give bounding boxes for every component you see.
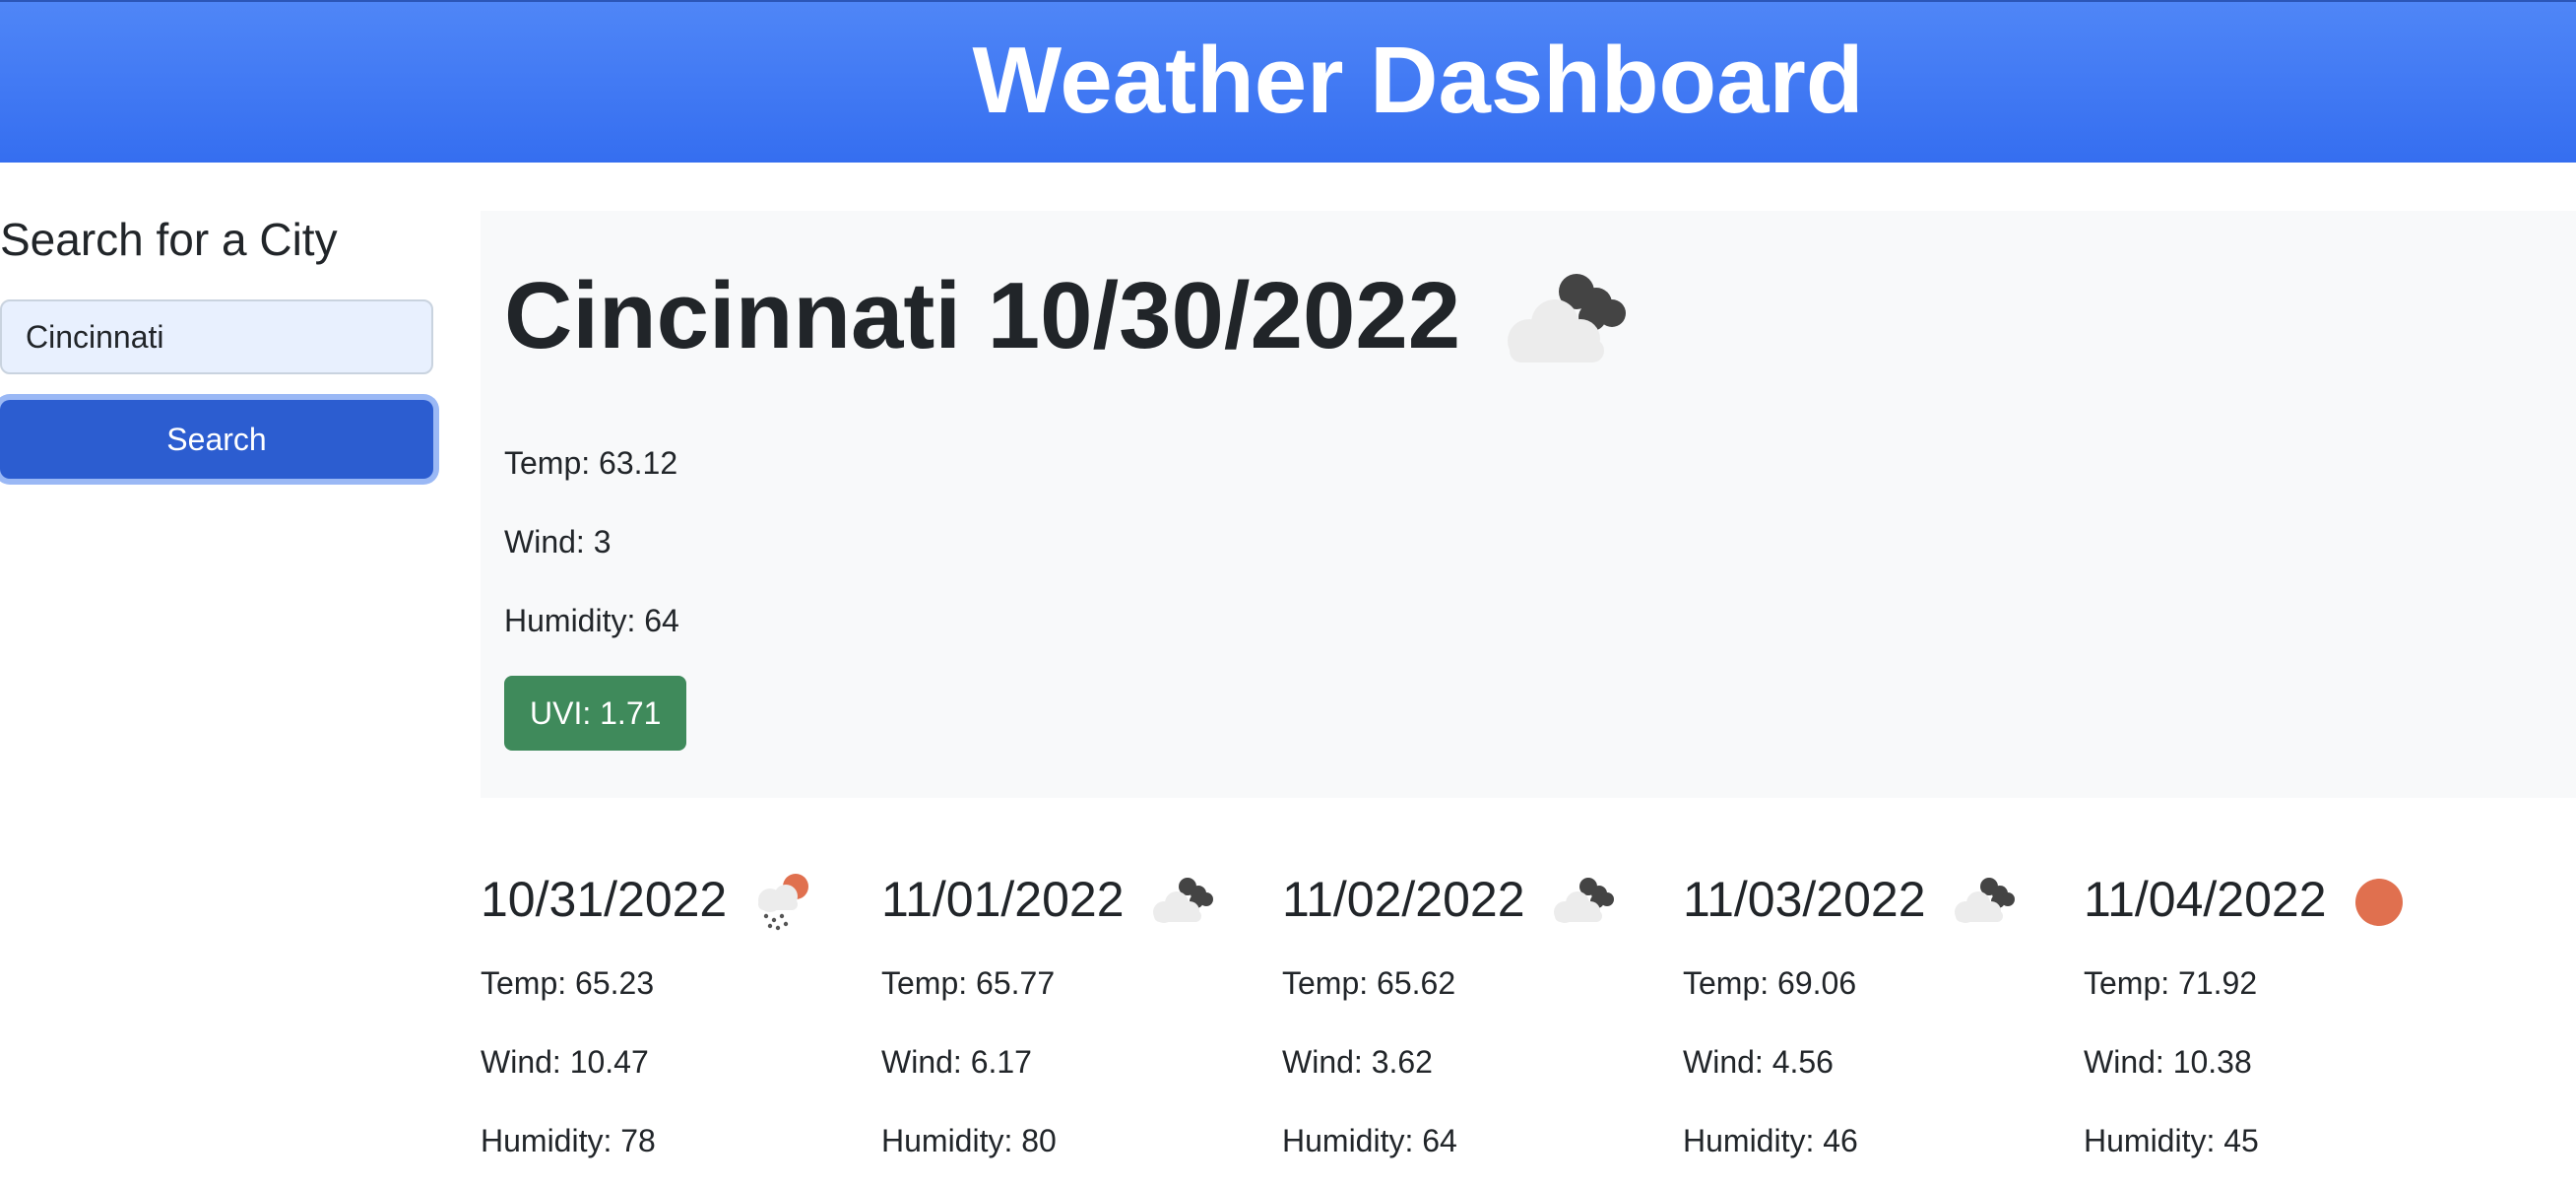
forecast-head: 10/31/2022 bbox=[481, 865, 823, 934]
current-temp: Temp: 63.12 bbox=[504, 445, 678, 481]
clear-sun-icon bbox=[2354, 879, 2403, 926]
current-weather-panel: Cincinnati 10/30/2022 Temp: 63.12 Wind: … bbox=[481, 211, 2576, 798]
forecast-humidity: Humidity: 45 bbox=[2084, 1123, 2259, 1158]
search-sidebar: Search for a City Search bbox=[0, 197, 443, 479]
forecast-humidity: Humidity: 46 bbox=[1683, 1123, 1858, 1158]
forecast-temp: Temp: 65.62 bbox=[1282, 965, 1456, 1001]
current-city-date: Cincinnati 10/30/2022 bbox=[504, 263, 1461, 368]
forecast-wind: Wind: 10.47 bbox=[481, 1044, 649, 1080]
forecast-card: 11/04/2022 Temp: 71.92 Wind: 10.38 Humid… bbox=[2084, 847, 2478, 1186]
broken-clouds-icon bbox=[1553, 878, 1614, 923]
forecast-date: 11/01/2022 bbox=[881, 872, 1125, 927]
broken-clouds-icon bbox=[1152, 878, 1213, 923]
forecast-wind: Wind: 4.56 bbox=[1683, 1044, 1834, 1080]
forecast-temp: Temp: 69.06 bbox=[1683, 965, 1857, 1001]
sun-snow-icon bbox=[758, 874, 809, 931]
broken-clouds-icon bbox=[1508, 274, 1627, 362]
current-wind: Wind: 3 bbox=[504, 524, 612, 560]
forecast-head: 11/03/2022 bbox=[1683, 865, 2023, 934]
search-heading: Search for a City bbox=[0, 214, 338, 265]
search-button[interactable]: Search bbox=[0, 400, 433, 479]
forecast-date: 10/31/2022 bbox=[481, 872, 728, 927]
uvi-badge: UVI: 1.71 bbox=[504, 676, 687, 751]
forecast-head: 11/04/2022 bbox=[2084, 865, 2423, 934]
forecast-card: 11/03/2022 Temp: 69.06 Wind: 4.56 Humidi… bbox=[1683, 847, 2077, 1186]
city-search-input[interactable] bbox=[0, 299, 433, 374]
forecast-humidity: Humidity: 80 bbox=[881, 1123, 1057, 1158]
forecast-row: 10/31/2022 Temp: 65.23 Wind: 10.47 Humid… bbox=[481, 847, 2576, 1186]
current-humidity: Humidity: 64 bbox=[504, 603, 679, 638]
forecast-date: 11/02/2022 bbox=[1282, 872, 1525, 927]
app-header: Weather Dashboard bbox=[0, 0, 2576, 163]
forecast-wind: Wind: 6.17 bbox=[881, 1044, 1032, 1080]
forecast-temp: Temp: 71.92 bbox=[2084, 965, 2258, 1001]
forecast-card: 10/31/2022 Temp: 65.23 Wind: 10.47 Humid… bbox=[481, 847, 874, 1186]
forecast-date: 11/04/2022 bbox=[2084, 872, 2327, 927]
forecast-head: 11/01/2022 bbox=[881, 865, 1221, 934]
forecast-head: 11/02/2022 bbox=[1282, 865, 1622, 934]
forecast-humidity: Humidity: 78 bbox=[481, 1123, 656, 1158]
forecast-card: 11/01/2022 Temp: 65.77 Wind: 6.17 Humidi… bbox=[881, 847, 1275, 1186]
forecast-humidity: Humidity: 64 bbox=[1282, 1123, 1457, 1158]
forecast-wind: Wind: 3.62 bbox=[1282, 1044, 1433, 1080]
forecast-temp: Temp: 65.23 bbox=[481, 965, 655, 1001]
forecast-card: 11/02/2022 Temp: 65.62 Wind: 3.62 Humidi… bbox=[1282, 847, 1676, 1186]
app-title: Weather Dashboard bbox=[972, 28, 1864, 133]
forecast-temp: Temp: 65.77 bbox=[881, 965, 1056, 1001]
forecast-wind: Wind: 10.38 bbox=[2084, 1044, 2252, 1080]
current-title-row: Cincinnati 10/30/2022 bbox=[504, 262, 1638, 370]
broken-clouds-icon bbox=[1954, 878, 2015, 923]
forecast-date: 11/03/2022 bbox=[1683, 872, 1926, 927]
